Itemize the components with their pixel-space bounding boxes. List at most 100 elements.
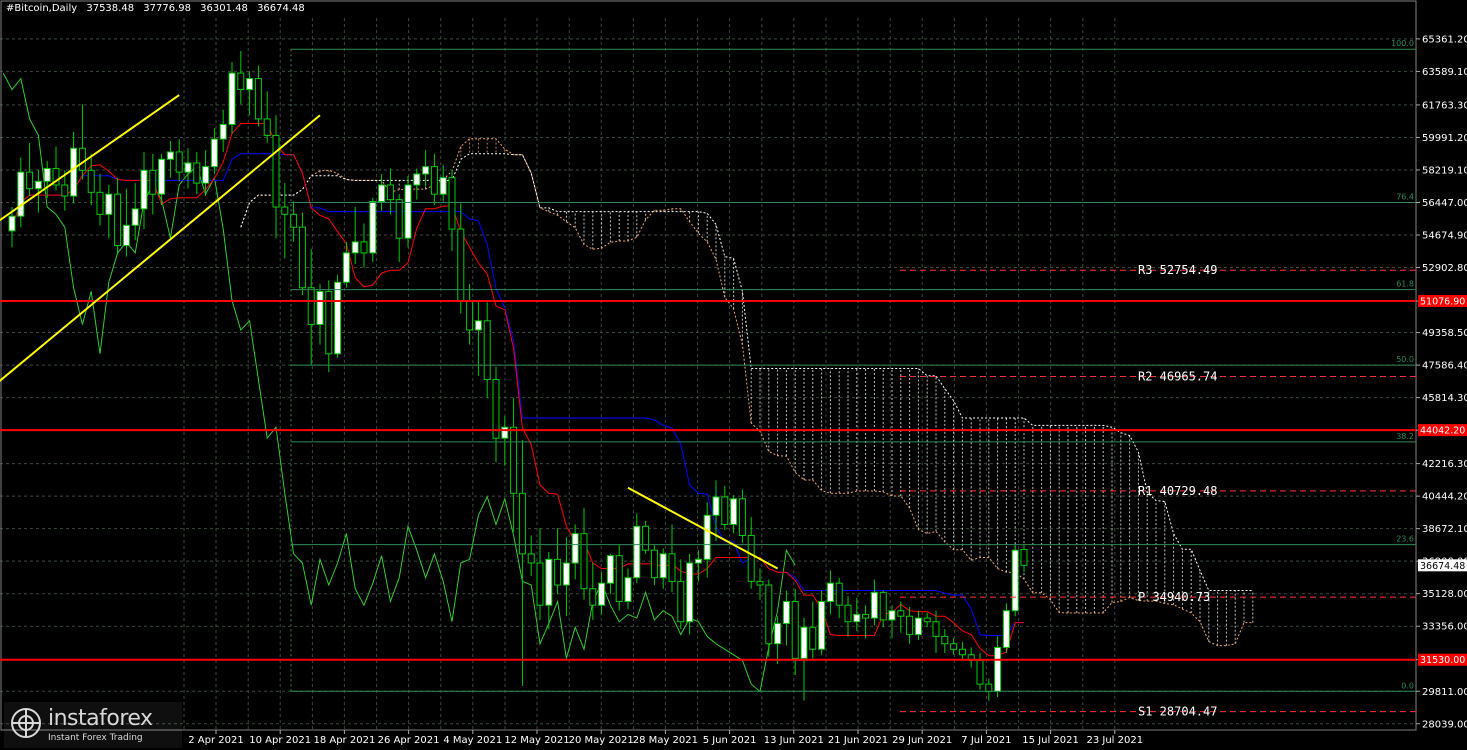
candle-bear (175, 151, 183, 173)
candle-bull (1011, 549, 1019, 612)
y-tick-label: 40444.20 (1422, 492, 1467, 503)
candle-bear (26, 171, 34, 190)
pivot-label-r2: R2 46965.74 (1138, 369, 1217, 383)
candle-bear (281, 206, 289, 215)
price-chart[interactable]: 65361.20 63589.10 61763.30 59991.20 58219.10… (0, 0, 1467, 750)
pivot-label-r3: R3 52754.49 (1138, 263, 1217, 277)
candle-bear (958, 648, 966, 656)
x-tick-label: 29 Jun 2021 (892, 735, 952, 746)
candle-bear (809, 626, 817, 650)
candle-bull (774, 623, 782, 645)
x-tick-label: 26 Apr 2021 (378, 735, 440, 746)
candle-bear (677, 580, 685, 623)
candle-bull (246, 78, 254, 91)
y-tick-label: 49358.50 (1422, 328, 1467, 339)
close-value: 36674.48 (257, 3, 305, 14)
candle-bull (853, 613, 861, 623)
candle-bull (712, 496, 720, 516)
candle-bull (800, 626, 808, 659)
candle-bear (615, 555, 623, 603)
candle-bull (994, 646, 1002, 692)
y-tick-label: 52902.80 (1422, 263, 1467, 274)
x-tick-label: 4 May 2021 (443, 735, 502, 746)
candle-bull (184, 162, 192, 173)
candle-bear (721, 496, 729, 525)
instaforex-logo: instaforex Instant Forex Trading (4, 702, 182, 748)
candle-bear (756, 580, 764, 586)
candle-bull (228, 72, 236, 125)
candle-bull (562, 562, 570, 586)
x-tick-label: 7 Jul 2021 (961, 735, 1011, 746)
sr-price-label: 51076.90 (1420, 297, 1465, 308)
candle-bull (122, 224, 130, 247)
low-value: 36301.48 (200, 3, 248, 14)
candle-bear (835, 582, 843, 606)
y-tick-label: 58219.10 (1422, 165, 1467, 176)
y-tick-label: 56447.00 (1422, 198, 1467, 209)
candle-bear (791, 601, 799, 659)
candle-bear (448, 177, 456, 230)
candle-bear (950, 643, 958, 650)
candle-bull (334, 281, 342, 355)
candle-bear (897, 610, 905, 617)
fib-label: 23.6 (1396, 535, 1414, 544)
candle-bull (598, 582, 606, 606)
candle-bear (1020, 548, 1028, 566)
high-value: 37776.98 (143, 3, 191, 14)
y-tick-label: 42216.30 (1422, 459, 1467, 470)
x-tick-label: 28 May 2021 (633, 735, 698, 746)
x-tick-label: 20 May 2021 (569, 735, 634, 746)
fib-label: 100.0 (1391, 39, 1414, 48)
candle-bear (906, 615, 914, 636)
candle-bear (272, 134, 280, 208)
candle-bull (369, 201, 377, 254)
candle-bull (624, 577, 632, 603)
y-tick-label: 33356.00 (1422, 622, 1467, 633)
candle-bull (8, 215, 16, 232)
candle-bear (554, 558, 562, 586)
candle-bull (782, 601, 790, 625)
y-tick-label: 29811.00 (1422, 687, 1467, 698)
y-tick-label: 47586.40 (1422, 361, 1467, 372)
candle-bear (879, 591, 887, 621)
candle-bull (606, 555, 614, 584)
candle-bear (862, 613, 870, 619)
candle-bull (404, 184, 412, 239)
candle-bull (826, 582, 834, 603)
pivot-label-r1: R1 40729.48 (1138, 484, 1217, 498)
logo-name: instaforex (48, 706, 153, 731)
candle-bull (633, 525, 641, 579)
chart-area[interactable]: 65361.20 63589.10 61763.30 59991.20 58219.10… (0, 0, 1467, 750)
candle-bull (17, 171, 25, 217)
chart-header: #Bitcoin,Daily 37538.48 37776.98 36301.4… (6, 3, 311, 14)
candle-bear (254, 78, 262, 120)
candle-bull (140, 169, 148, 210)
candle-bull (210, 138, 218, 168)
fib-label: 0.0 (1401, 681, 1414, 690)
candle-bear (307, 287, 315, 325)
logo-tagline: Instant Forex Trading (48, 733, 143, 743)
y-tick-label: 35128.00 (1422, 589, 1467, 600)
candle-bear (941, 635, 949, 645)
candle-bear (985, 683, 993, 692)
candle-bear (483, 320, 491, 381)
candle-bull (316, 290, 324, 325)
candle-bull (914, 617, 922, 636)
candle-bull (202, 166, 210, 184)
candle-bear (430, 166, 438, 195)
y-tick-label: 63589.10 (1422, 67, 1467, 78)
symbol-label: #Bitcoin,Daily (6, 3, 78, 14)
x-tick-label: 12 May 2021 (504, 735, 569, 746)
instaforex-logo-icon (11, 708, 41, 738)
candle-bull (166, 151, 174, 160)
candle-bull (474, 320, 482, 331)
candle-bear (298, 226, 306, 289)
candle-bear (114, 193, 122, 247)
open-value: 37538.48 (86, 3, 135, 14)
y-tick-label: 54674.90 (1422, 230, 1467, 241)
candle-bull (158, 158, 166, 195)
candle-bull (43, 167, 51, 182)
candle-bear (237, 72, 245, 91)
chart-background (0, 0, 1467, 750)
candle-bull (870, 591, 878, 619)
